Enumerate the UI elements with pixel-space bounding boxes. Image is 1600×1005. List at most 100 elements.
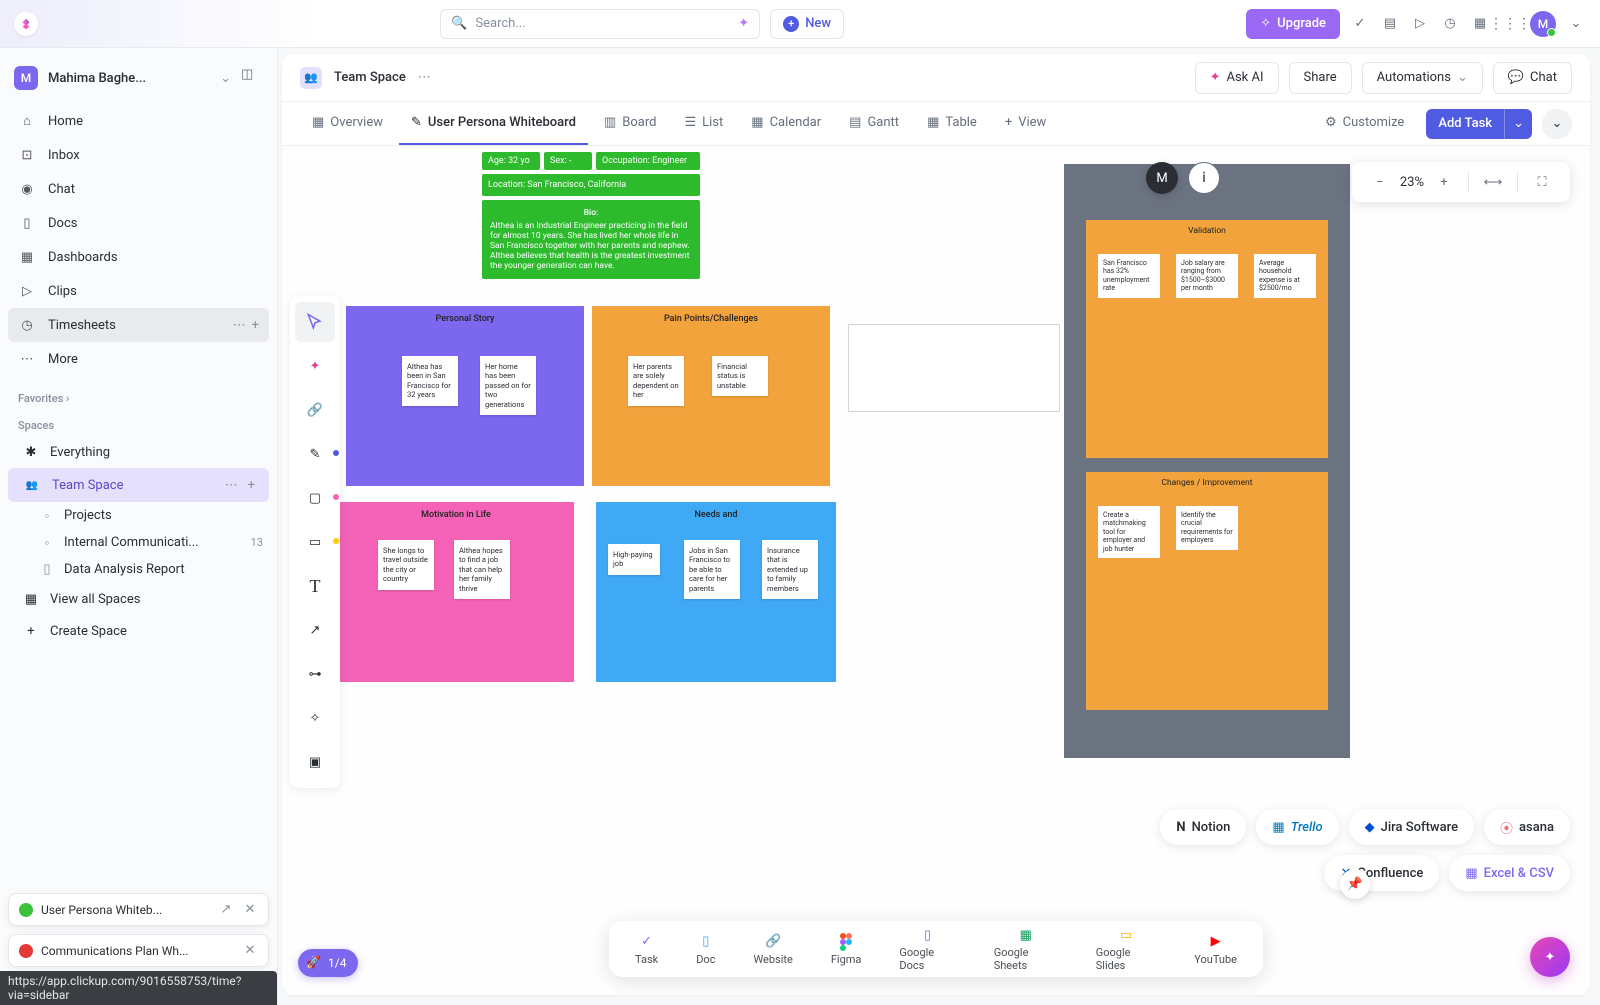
tab-table[interactable]: ▦Table (915, 102, 989, 145)
tool-text[interactable]: T (295, 566, 335, 606)
tool-link[interactable]: 🔗 (295, 390, 335, 430)
favorites-label[interactable]: Favorites › (0, 382, 277, 409)
list-data-analysis[interactable]: ▯Data Analysis Report (0, 556, 277, 583)
automations-button[interactable]: Automations⌄ (1362, 62, 1483, 94)
tab-gantt[interactable]: ▤Gantt (837, 102, 911, 145)
sticky-7[interactable]: High-paying job (608, 544, 660, 575)
sticky-5[interactable]: She longs to travel outside the city or … (378, 540, 434, 590)
tab-overview[interactable]: ▦Overview (300, 102, 395, 145)
insert-gdocs[interactable]: ▯Google Docs (883, 926, 971, 972)
zoom-level[interactable]: 23% (1400, 175, 1424, 190)
outline-box[interactable] (848, 324, 1060, 412)
close-icon[interactable]: ✕ (242, 902, 258, 917)
sticky-6[interactable]: Althea hopes to find a job that can help… (454, 540, 510, 599)
info-button[interactable]: i (1188, 162, 1220, 194)
persona-location[interactable]: Location: San Francisco, California (482, 174, 700, 196)
customize-button[interactable]: ⚙Customize (1313, 115, 1416, 132)
layout-toggle-icon[interactable]: ◫ (241, 67, 263, 89)
tool-image[interactable]: ▣ (295, 742, 335, 782)
nav-inbox[interactable]: ⊡Inbox (8, 138, 269, 172)
note-icon[interactable]: ▦ (1470, 14, 1490, 34)
sticky-v3[interactable]: Average household expense is at $2500/mo (1254, 254, 1316, 298)
list-projects[interactable]: ◦Projects (0, 502, 277, 529)
share-button[interactable]: Share (1289, 62, 1352, 94)
insert-task[interactable]: ✓Task (619, 933, 674, 966)
clock-icon[interactable]: ◷ (1440, 14, 1460, 34)
panel-personal-story[interactable]: Personal Story (346, 306, 584, 486)
persona-age[interactable]: Age: 32 yo (482, 152, 540, 170)
search-input[interactable]: 🔍 Search... ✦ (440, 9, 760, 39)
chip-excel[interactable]: ▦Excel & CSV (1449, 855, 1570, 891)
panel-validation[interactable]: Validation San Francisco has 32% unemplo… (1086, 220, 1328, 458)
chip-jira[interactable]: ◆Jira Software (1349, 809, 1474, 845)
clipboard-icon[interactable]: ▤ (1380, 14, 1400, 34)
more-icon[interactable]: ⋯ (225, 478, 238, 493)
upgrade-button[interactable]: ✧Upgrade (1246, 9, 1340, 39)
add-task-dropdown[interactable]: ⌄ (1504, 109, 1532, 139)
sticky-v2[interactable]: Job salary are ranging from $1500–$3000 … (1176, 254, 1238, 298)
sticky-4[interactable]: Financial status is unstable (712, 356, 768, 396)
insert-gsheets[interactable]: ▦Google Sheets (978, 926, 1074, 972)
whiteboard-canvas[interactable]: Age: 32 yo Sex: - Occupation: Engineer L… (282, 146, 1590, 995)
tool-pen[interactable]: ✎ (295, 434, 335, 474)
persona-occupation[interactable]: Occupation: Engineer (596, 152, 700, 170)
chip-trello[interactable]: ▦Trello (1256, 809, 1338, 845)
fit-width-icon[interactable]: ⟷ (1481, 170, 1505, 194)
tab-whiteboard[interactable]: ✎User Persona Whiteboard (399, 102, 588, 145)
chip-asana[interactable]: ⦿asana (1484, 809, 1570, 845)
zoom-in-button[interactable]: + (1432, 170, 1456, 194)
tab-add-view[interactable]: +View (993, 102, 1059, 145)
more-icon[interactable]: ⋯ (233, 318, 246, 333)
sticky-v1[interactable]: San Francisco has 32% unemployment rate (1098, 254, 1160, 298)
nav-home[interactable]: ⌂Home (8, 104, 269, 138)
tool-magic[interactable]: ✧ (295, 698, 335, 738)
insert-gslides[interactable]: ▭Google Slides (1080, 926, 1173, 972)
app-logo[interactable] (14, 12, 38, 36)
tool-connector[interactable]: ↗ (295, 610, 335, 650)
add-icon[interactable]: + (252, 318, 259, 333)
check-circle-icon[interactable]: ✓ (1350, 14, 1370, 34)
list-internal-communication[interactable]: ◦Internal Communicati...13 (0, 529, 277, 556)
nav-timesheets[interactable]: ◷Timesheets ⋯+ (8, 308, 269, 342)
insert-youtube[interactable]: ▶YouTube (1178, 933, 1253, 966)
sticky-c2[interactable]: Identify the crucial requirements for em… (1176, 506, 1238, 550)
tool-select[interactable] (295, 302, 335, 342)
user-avatar[interactable]: M (1530, 11, 1556, 37)
collaborator-avatar[interactable]: M (1146, 162, 1178, 194)
breadcrumb-title[interactable]: Team Space (334, 70, 406, 85)
tool-mindmap[interactable]: ⊶ (295, 654, 335, 694)
tab-board[interactable]: ▥Board (592, 102, 669, 145)
insert-figma[interactable]: Figma (815, 933, 878, 966)
view-all-spaces[interactable]: ▦View all Spaces (8, 583, 269, 615)
nav-clips[interactable]: ▷Clips (8, 274, 269, 308)
ask-ai-button[interactable]: ✦Ask AI (1195, 62, 1279, 94)
add-task-button[interactable]: Add Task⌄ (1426, 109, 1532, 139)
external-link-icon[interactable]: ↗ (218, 902, 234, 917)
panel-changes[interactable]: Changes / Improvement Create a matchmaki… (1086, 472, 1328, 710)
insert-website[interactable]: 🔗Website (737, 933, 808, 966)
ai-fab[interactable]: ✦ (1530, 937, 1570, 977)
sticky-c1[interactable]: Create a matchmaking tool for employer a… (1098, 506, 1160, 558)
toast-user-persona[interactable]: User Persona Whiteb...↗✕ (8, 893, 269, 926)
nav-everything[interactable]: ✱Everything (8, 436, 269, 468)
fullscreen-icon[interactable]: ⛶ (1530, 170, 1554, 194)
more-menu-button[interactable]: ⌄ (1542, 109, 1572, 139)
chat-button[interactable]: 💬Chat (1493, 62, 1572, 94)
toast-communications-plan[interactable]: Communications Plan Wh...✕ (8, 934, 269, 967)
tab-calendar[interactable]: ▦Calendar (739, 102, 833, 145)
sticky-9[interactable]: Insurance that is extended up to family … (762, 540, 818, 599)
close-icon[interactable]: ✕ (242, 943, 258, 958)
sticky-2[interactable]: Her home has been passed on for two gene… (480, 356, 536, 415)
sticky-1[interactable]: Althea has been in San Francisco for 32 … (402, 356, 458, 406)
progress-pill[interactable]: 🚀1/4 (298, 949, 358, 977)
nav-chat[interactable]: ◉Chat (8, 172, 269, 206)
create-space[interactable]: +Create Space (8, 615, 269, 647)
tool-ai[interactable]: ✦ (295, 346, 335, 386)
chip-notion[interactable]: NNotion (1160, 809, 1246, 845)
insert-doc[interactable]: ▯Doc (680, 933, 731, 966)
chevron-down-icon[interactable]: ⌄ (1566, 14, 1586, 34)
nav-more[interactable]: ⋯More (8, 342, 269, 376)
video-icon[interactable]: ▷ (1410, 14, 1430, 34)
more-icon[interactable]: ⋯ (418, 70, 431, 85)
tool-shape[interactable]: ▢ (295, 478, 335, 518)
